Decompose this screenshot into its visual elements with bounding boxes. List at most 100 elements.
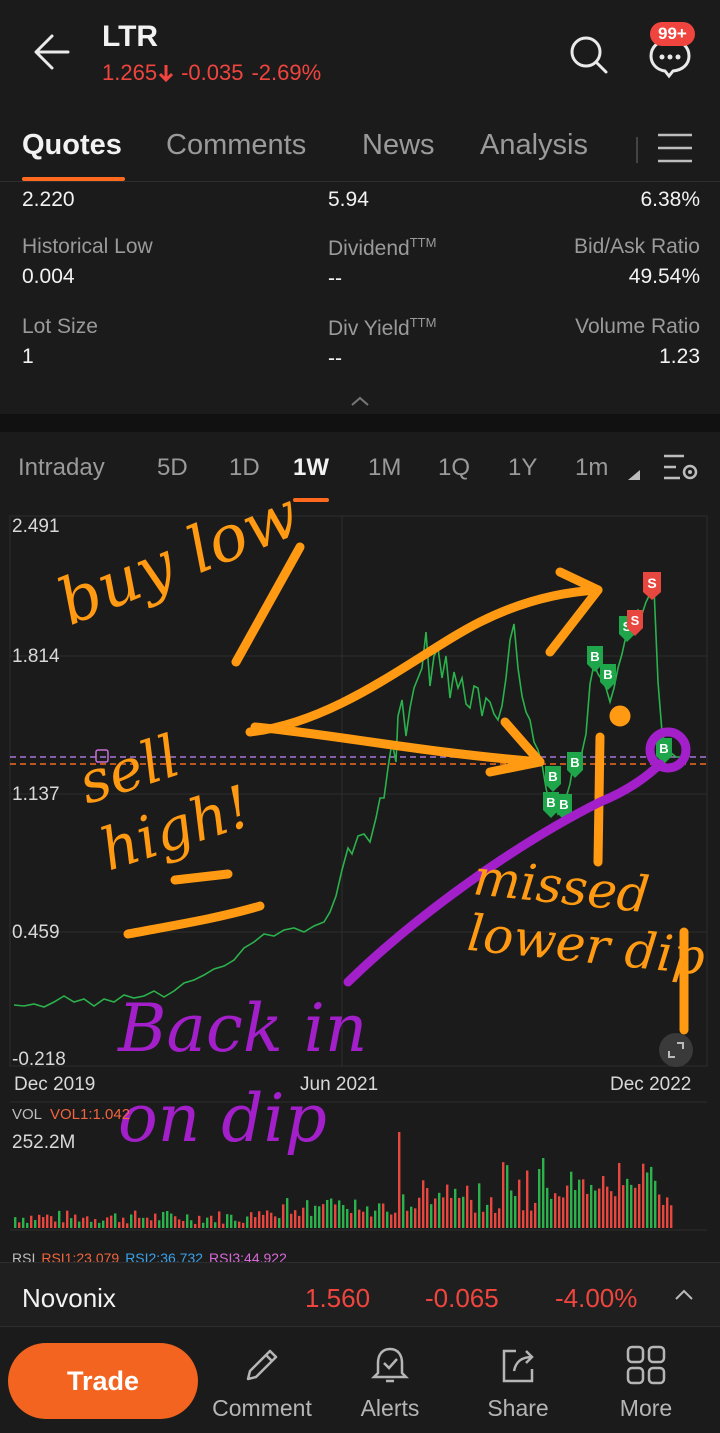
period-1w[interactable]: 1W (293, 454, 329, 482)
volume-bar (370, 1216, 373, 1228)
share-button[interactable]: Share (458, 1343, 578, 1422)
volume-bar (130, 1214, 133, 1228)
pencil-icon (246, 1349, 278, 1381)
volume-bar (150, 1220, 153, 1228)
sell-marker[interactable]: S (643, 572, 661, 600)
volume-bar (90, 1221, 93, 1228)
svg-text:B: B (659, 741, 668, 756)
period-selector: Intraday 5D 1D 1W 1M 1Q 1Y 1m (0, 432, 720, 502)
volume-bar (354, 1199, 357, 1228)
notification-badge: 99+ (650, 22, 695, 46)
period-intraday[interactable]: Intraday (18, 454, 105, 482)
volume-bar (330, 1198, 333, 1228)
period-5d[interactable]: 5D (157, 454, 188, 482)
volume-bar (426, 1188, 429, 1228)
buy-marker[interactable]: B (567, 752, 583, 778)
volume-bar (602, 1176, 605, 1228)
volume-bar (22, 1217, 25, 1228)
volume-bar (302, 1207, 305, 1228)
fullscreen-icon[interactable] (658, 1032, 694, 1068)
volume-bar (482, 1211, 485, 1228)
dropdown-triangle-icon[interactable] (628, 470, 640, 480)
volume-bar (586, 1193, 589, 1228)
volume-bar (622, 1185, 625, 1228)
expand-chevron-icon[interactable] (674, 1287, 694, 1301)
volume-bar (450, 1197, 453, 1228)
volume-bar (630, 1184, 633, 1228)
period-1q[interactable]: 1Q (438, 454, 470, 482)
rsi-label: RSI (12, 1250, 36, 1262)
volume-bar (94, 1219, 97, 1228)
volume-bar (66, 1210, 69, 1228)
alerts-button[interactable]: Alerts (330, 1343, 450, 1422)
collapse-chevron-icon[interactable] (350, 395, 370, 407)
volume-bar (306, 1200, 309, 1228)
volume-bar (158, 1220, 161, 1228)
volume-bar (466, 1185, 469, 1228)
volume-bar (530, 1210, 533, 1228)
volume-bar (258, 1211, 261, 1228)
period-1d[interactable]: 1D (229, 454, 260, 482)
volume-bar (30, 1215, 33, 1228)
volume-bar (658, 1194, 661, 1228)
period-minute[interactable]: 1m (575, 454, 608, 482)
back-arrow-icon[interactable] (30, 30, 74, 74)
more-button[interactable]: More (586, 1343, 706, 1422)
volume-bar (326, 1199, 329, 1228)
volume-bar (134, 1210, 137, 1228)
volume-bar (454, 1188, 457, 1228)
volume-bar (382, 1203, 385, 1228)
volume-bar (610, 1191, 613, 1228)
svg-text:B: B (559, 797, 568, 812)
tab-news[interactable]: News (362, 129, 435, 162)
rsi3-label: RSI3:44.922 (209, 1250, 287, 1262)
trade-button[interactable]: Trade (8, 1343, 198, 1419)
chart-settings-icon[interactable] (662, 450, 700, 484)
comment-button[interactable]: Comment (202, 1343, 322, 1422)
volume-bar (226, 1214, 229, 1228)
volume-bar (550, 1198, 553, 1228)
volume-bar (542, 1158, 545, 1228)
tab-quotes[interactable]: Quotes (22, 129, 122, 162)
period-1m[interactable]: 1M (368, 454, 401, 482)
main-tabs: Quotes Comments News Analysis (0, 115, 720, 183)
volume-bar (666, 1197, 669, 1228)
volume-bar (366, 1206, 369, 1228)
volume-bar (82, 1217, 85, 1228)
price-chart[interactable]: B B B B B B S S S B (0, 477, 720, 1262)
period-1y[interactable]: 1Y (508, 454, 537, 482)
share-icon (502, 1349, 534, 1383)
volume-bar (526, 1170, 529, 1228)
volume-bar (166, 1211, 169, 1228)
annotation-back-in-on-dip: Back in on dip (118, 990, 368, 1157)
volume-bar (334, 1204, 337, 1228)
volume-bar (62, 1222, 65, 1228)
volume-bar (222, 1223, 225, 1228)
secondary-stock-bar[interactable]: Novonix 1.560 -0.065 -4.00% (0, 1262, 720, 1326)
volume-bar (650, 1166, 653, 1228)
volume-bar (338, 1200, 341, 1228)
volume-bar (266, 1210, 269, 1228)
tab-analysis[interactable]: Analysis (480, 129, 588, 162)
volume-bar (74, 1214, 77, 1228)
volume-bar (558, 1196, 561, 1228)
volume-bar (122, 1217, 125, 1228)
search-icon[interactable] (566, 32, 610, 76)
buy-marker[interactable]: B (545, 766, 561, 792)
volume-bar (198, 1215, 201, 1228)
volume-bar (18, 1222, 21, 1228)
volume-bar (310, 1215, 313, 1228)
stock-name: Novonix (22, 1283, 116, 1313)
tab-comments[interactable]: Comments (166, 129, 306, 162)
volume-bar (194, 1223, 197, 1228)
menu-icon[interactable] (656, 131, 694, 165)
rsi1-label: RSI1:23.079 (41, 1250, 120, 1262)
volume-bar (446, 1184, 449, 1228)
volume-bar (178, 1219, 181, 1228)
volume-bar (78, 1221, 81, 1228)
stat-volume-ratio: Volume Ratio 1.23 (575, 315, 700, 368)
down-arrow-icon (159, 65, 174, 82)
volume-max-label: 252.2M (12, 1132, 76, 1153)
stat-div-yield-ttm: Div YieldTTM -- (328, 315, 437, 370)
volume-bar (350, 1212, 353, 1228)
